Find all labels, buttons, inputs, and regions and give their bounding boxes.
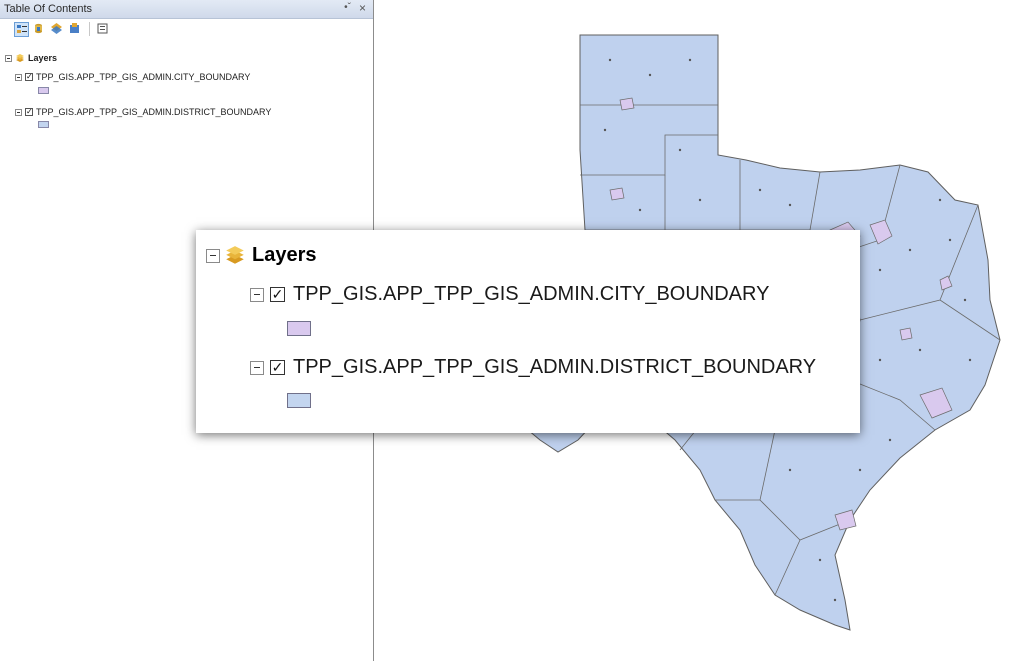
layer-name: TPP_GIS.APP_TPP_GIS_ADMIN.DISTRICT_BOUND… [36,107,272,117]
list-by-drawing-order-icon[interactable] [14,21,29,37]
tree-layer-district-boundary[interactable]: ✓ TPP_GIS.APP_TPP_GIS_ADMIN.DISTRICT_BOU… [15,107,271,117]
layers-icon [226,245,244,264]
collapse-toggle[interactable] [5,54,12,62]
legend-swatch-district-boundary [38,121,49,128]
layer-name: TPP_GIS.APP_TPP_GIS_ADMIN.CITY_BOUNDARY [293,283,770,305]
layer-name: TPP_GIS.APP_TPP_GIS_ADMIN.CITY_BOUNDARY [36,72,251,82]
legend-swatch-district-boundary [287,393,311,408]
list-by-selection-icon[interactable] [68,22,83,37]
callout-layer-city-boundary: ✓ TPP_GIS.APP_TPP_GIS_ADMIN.CITY_BOUNDAR… [250,283,769,306]
toc-toolbar [0,19,373,39]
collapse-toggle[interactable] [15,73,22,81]
layer-visibility-checkbox[interactable]: ✓ [25,73,33,81]
collapse-toggle [206,248,220,263]
toc-titlebar: Table Of Contents •ˇ × [0,0,373,19]
tree-layer-city-boundary[interactable]: ✓ TPP_GIS.APP_TPP_GIS_ADMIN.CITY_BOUNDAR… [15,72,250,82]
collapse-toggle[interactable] [15,108,22,116]
layers-icon [16,53,24,62]
layer-visibility-checkbox[interactable]: ✓ [25,108,33,116]
options-icon[interactable] [96,22,111,37]
callout-root-label: Layers [252,244,317,266]
toolbar-separator [89,22,90,36]
toc-title: Table Of Contents [4,3,93,15]
legend-swatch-city-boundary [287,321,311,336]
legend-swatch-city-boundary [38,87,49,94]
callout-layer-district-boundary: ✓ TPP_GIS.APP_TPP_GIS_ADMIN.DISTRICT_BOU… [250,356,816,379]
pin-icon[interactable]: •ˇ [344,2,351,13]
legend-zoom-callout: Layers ✓ TPP_GIS.APP_TPP_GIS_ADMIN.CITY_… [196,230,860,433]
collapse-toggle [250,360,264,375]
close-icon[interactable]: × [359,1,366,15]
tree-root-label: Layers [28,53,58,63]
collapse-toggle [250,287,264,302]
layer-visibility-checkbox: ✓ [270,359,285,375]
layer-name: TPP_GIS.APP_TPP_GIS_ADMIN.DISTRICT_BOUND… [293,356,817,378]
list-by-source-icon[interactable] [32,22,47,37]
tree-root-layers[interactable]: Layers [5,53,57,63]
list-by-visibility-icon[interactable] [50,22,65,37]
callout-root-layers: Layers [206,244,317,267]
layer-visibility-checkbox: ✓ [270,286,285,302]
